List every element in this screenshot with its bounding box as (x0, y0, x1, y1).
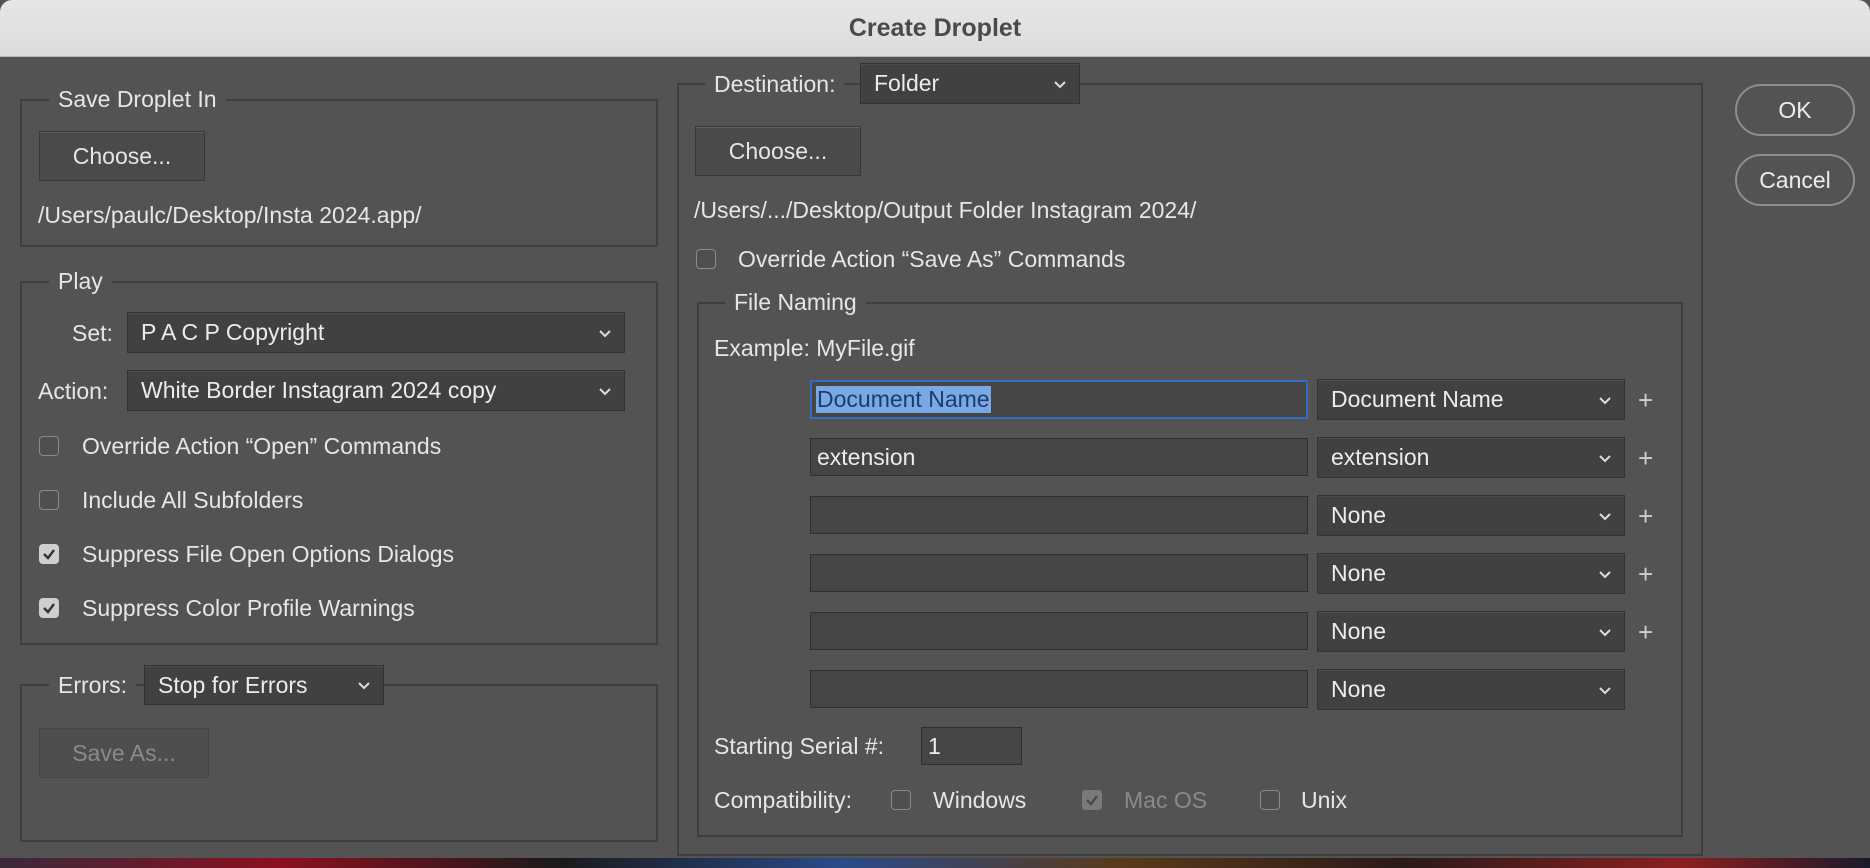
set-select[interactable]: P A C P Copyright (127, 312, 625, 353)
chevron-down-icon (1599, 686, 1611, 694)
naming-select-6[interactable]: None (1317, 669, 1625, 710)
naming-select-4-value: None (1331, 560, 1386, 586)
checkmark-icon (1086, 795, 1098, 806)
suppress-open-options-label: Suppress File Open Options Dialogs (82, 541, 455, 567)
set-label: Set: (72, 320, 113, 346)
window-title: Create Droplet (848, 13, 1022, 42)
chevron-down-icon (1599, 454, 1611, 462)
compat-macos-label: Mac OS (1124, 787, 1208, 813)
compat-windows-label: Windows (933, 787, 1027, 813)
compat-macos-checkbox (1082, 790, 1102, 810)
file-naming-example: Example: MyFile.gif (714, 335, 915, 361)
include-subfolders-checkbox[interactable] (39, 490, 59, 510)
errors-save-as-button[interactable]: Save As... (39, 728, 209, 778)
naming-select-6-value: None (1331, 676, 1386, 702)
checkmark-icon (43, 603, 55, 614)
destination-select[interactable]: Folder (860, 63, 1080, 104)
save-droplet-choose-button[interactable]: Choose... (39, 131, 205, 181)
naming-select-2[interactable]: extension (1317, 437, 1625, 478)
destination-select-value: Folder (874, 70, 940, 96)
suppress-open-options-checkbox[interactable] (39, 544, 59, 564)
naming-select-4[interactable]: None (1317, 553, 1625, 594)
chevron-down-icon (1599, 628, 1611, 636)
errors-select-value: Stop for Errors (158, 671, 308, 698)
set-select-value: P A C P Copyright (141, 319, 325, 345)
chevron-down-icon (599, 387, 611, 395)
add-row-2-icon[interactable]: + (1638, 445, 1653, 471)
cancel-button[interactable]: Cancel (1735, 154, 1855, 206)
chevron-down-icon (358, 682, 370, 690)
errors-select[interactable]: Stop for Errors (144, 665, 384, 705)
chevron-down-icon (1599, 570, 1611, 578)
serial-input-value: 1 (928, 732, 941, 759)
naming-select-1-value: Document Name (1331, 386, 1504, 412)
override-open-label: Override Action “Open” Commands (82, 433, 442, 459)
save-droplet-path: /Users/paulc/Desktop/Insta 2024.app/ (38, 202, 422, 228)
naming-field-5[interactable] (810, 612, 1308, 650)
compat-windows-checkbox[interactable] (891, 790, 911, 810)
override-open-checkbox[interactable] (39, 436, 59, 456)
play-legend: Play (49, 267, 112, 295)
naming-select-5-value: None (1331, 618, 1386, 644)
suppress-color-warnings-checkbox[interactable] (39, 598, 59, 618)
compat-unix-label: Unix (1301, 787, 1348, 813)
checkmark-icon (43, 549, 55, 560)
compatibility-label: Compatibility: (714, 787, 853, 813)
destination-legend: Destination: (705, 70, 845, 98)
action-label: Action: (38, 378, 109, 404)
serial-input[interactable]: 1 (921, 727, 1022, 765)
file-naming-legend: File Naming (725, 288, 866, 316)
naming-field-2[interactable]: extension (810, 438, 1308, 476)
action-select-value: White Border Instagram 2024 copy (141, 377, 497, 403)
save-droplet-legend: Save Droplet In (49, 85, 226, 113)
add-row-5-icon[interactable]: + (1638, 619, 1653, 645)
naming-select-5[interactable]: None (1317, 611, 1625, 652)
add-row-1-icon[interactable]: + (1638, 387, 1653, 413)
suppress-color-warnings-label: Suppress Color Profile Warnings (82, 595, 415, 621)
naming-select-1[interactable]: Document Name (1317, 379, 1625, 420)
override-save-as-checkbox[interactable] (696, 249, 716, 269)
ok-button[interactable]: OK (1735, 84, 1855, 136)
chevron-down-icon (1599, 396, 1611, 404)
chevron-down-icon (1054, 80, 1066, 88)
destination-choose-button[interactable]: Choose... (695, 126, 861, 176)
include-subfolders-label: Include All Subfolders (82, 487, 304, 513)
naming-select-3[interactable]: None (1317, 495, 1625, 536)
naming-field-6[interactable] (810, 670, 1308, 708)
chevron-down-icon (1599, 512, 1611, 520)
add-row-3-icon[interactable]: + (1638, 503, 1653, 529)
naming-field-1-value: Document Name (816, 386, 991, 413)
chevron-down-icon (599, 329, 611, 337)
naming-select-3-value: None (1331, 502, 1386, 528)
naming-field-2-value: extension (817, 443, 916, 470)
naming-field-4[interactable] (810, 554, 1308, 592)
serial-label: Starting Serial #: (714, 733, 885, 759)
override-save-as-label: Override Action “Save As” Commands (738, 246, 1126, 272)
background-strip (0, 858, 1870, 868)
naming-select-2-value: extension (1331, 444, 1430, 470)
add-row-4-icon[interactable]: + (1638, 561, 1653, 587)
errors-legend: Errors: (49, 671, 136, 699)
naming-field-3[interactable] (810, 496, 1308, 534)
naming-field-1[interactable]: Document Name (810, 380, 1308, 419)
compat-unix-checkbox[interactable] (1260, 790, 1280, 810)
title-bar: Create Droplet (0, 0, 1870, 57)
destination-path: /Users/.../Desktop/Output Folder Instagr… (694, 197, 1197, 223)
action-select[interactable]: White Border Instagram 2024 copy (127, 370, 625, 411)
